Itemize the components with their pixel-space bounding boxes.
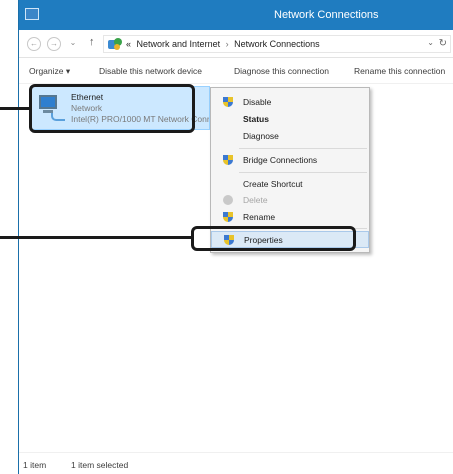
up-arrow-icon[interactable]: ↑ <box>89 36 95 48</box>
callout-leader-line <box>0 107 31 110</box>
rename-connection-button[interactable]: Rename this connection <box>354 66 445 76</box>
diagnose-connection-button[interactable]: Diagnose this connection <box>234 66 329 76</box>
callout-ethernet-highlight <box>29 84 195 133</box>
uac-shield-icon <box>223 97 233 108</box>
uac-shield-icon <box>223 212 233 223</box>
breadcrumb-network-connections[interactable]: Network Connections <box>234 39 320 49</box>
organize-button[interactable]: Organize ▾ <box>29 66 70 77</box>
menu-item-label: Rename <box>243 212 276 222</box>
disabled-icon <box>223 195 233 205</box>
menu-item-bridge-connections[interactable]: Bridge Connections <box>211 152 369 169</box>
address-bar: ← → ⌄ ↑ « Network and Internet › Network… <box>19 30 453 58</box>
window-icon <box>25 8 39 20</box>
menu-item-status[interactable]: Status <box>211 111 369 128</box>
menu-item-label: Create Shortcut <box>243 179 303 189</box>
breadcrumb-overflow[interactable]: « <box>126 39 131 49</box>
item-count: 1 item <box>23 460 47 470</box>
disable-device-button[interactable]: Disable this network device <box>99 66 202 76</box>
callout-properties-highlight <box>191 226 356 251</box>
menu-item-rename[interactable]: Rename <box>211 209 369 226</box>
menu-item-disable[interactable]: Disable <box>211 94 369 111</box>
menu-item-diagnose[interactable]: Diagnose <box>211 128 369 145</box>
address-field[interactable]: « Network and Internet › Network Connect… <box>103 35 451 53</box>
breadcrumb: « Network and Internet › Network Connect… <box>126 39 320 49</box>
recent-dropdown-icon[interactable]: ⌄ <box>66 37 80 51</box>
status-bar: 1 item 1 item selected <box>19 452 453 474</box>
menu-separator <box>239 172 367 173</box>
menu-item-label: Diagnose <box>243 131 279 141</box>
title-bar[interactable]: Network Connections <box>19 0 453 30</box>
callout-leader-line <box>0 236 194 239</box>
command-bar: Organize ▾ Disable this network device D… <box>19 58 453 84</box>
uac-shield-icon <box>223 155 233 166</box>
breadcrumb-network-and-internet[interactable]: Network and Internet <box>137 39 221 49</box>
control-panel-icon <box>108 38 122 50</box>
selection-count: 1 item selected <box>71 460 129 470</box>
breadcrumb-separator: › <box>225 39 229 49</box>
address-dropdown-icon[interactable]: ⌄ <box>427 38 434 47</box>
menu-item-create-shortcut[interactable]: Create Shortcut <box>211 176 369 193</box>
back-arrow-icon[interactable]: ← <box>27 37 41 51</box>
menu-item-label: Status <box>243 114 269 124</box>
refresh-icon[interactable]: ↻ <box>439 38 447 49</box>
menu-item-label: Disable <box>243 97 272 107</box>
menu-item-label: Delete <box>243 195 268 205</box>
menu-item-delete: Delete <box>211 192 369 209</box>
forward-arrow-icon[interactable]: → <box>47 37 61 51</box>
menu-item-label: Bridge Connections <box>243 155 318 165</box>
window-title: Network Connections <box>274 9 379 21</box>
menu-separator <box>239 148 367 149</box>
